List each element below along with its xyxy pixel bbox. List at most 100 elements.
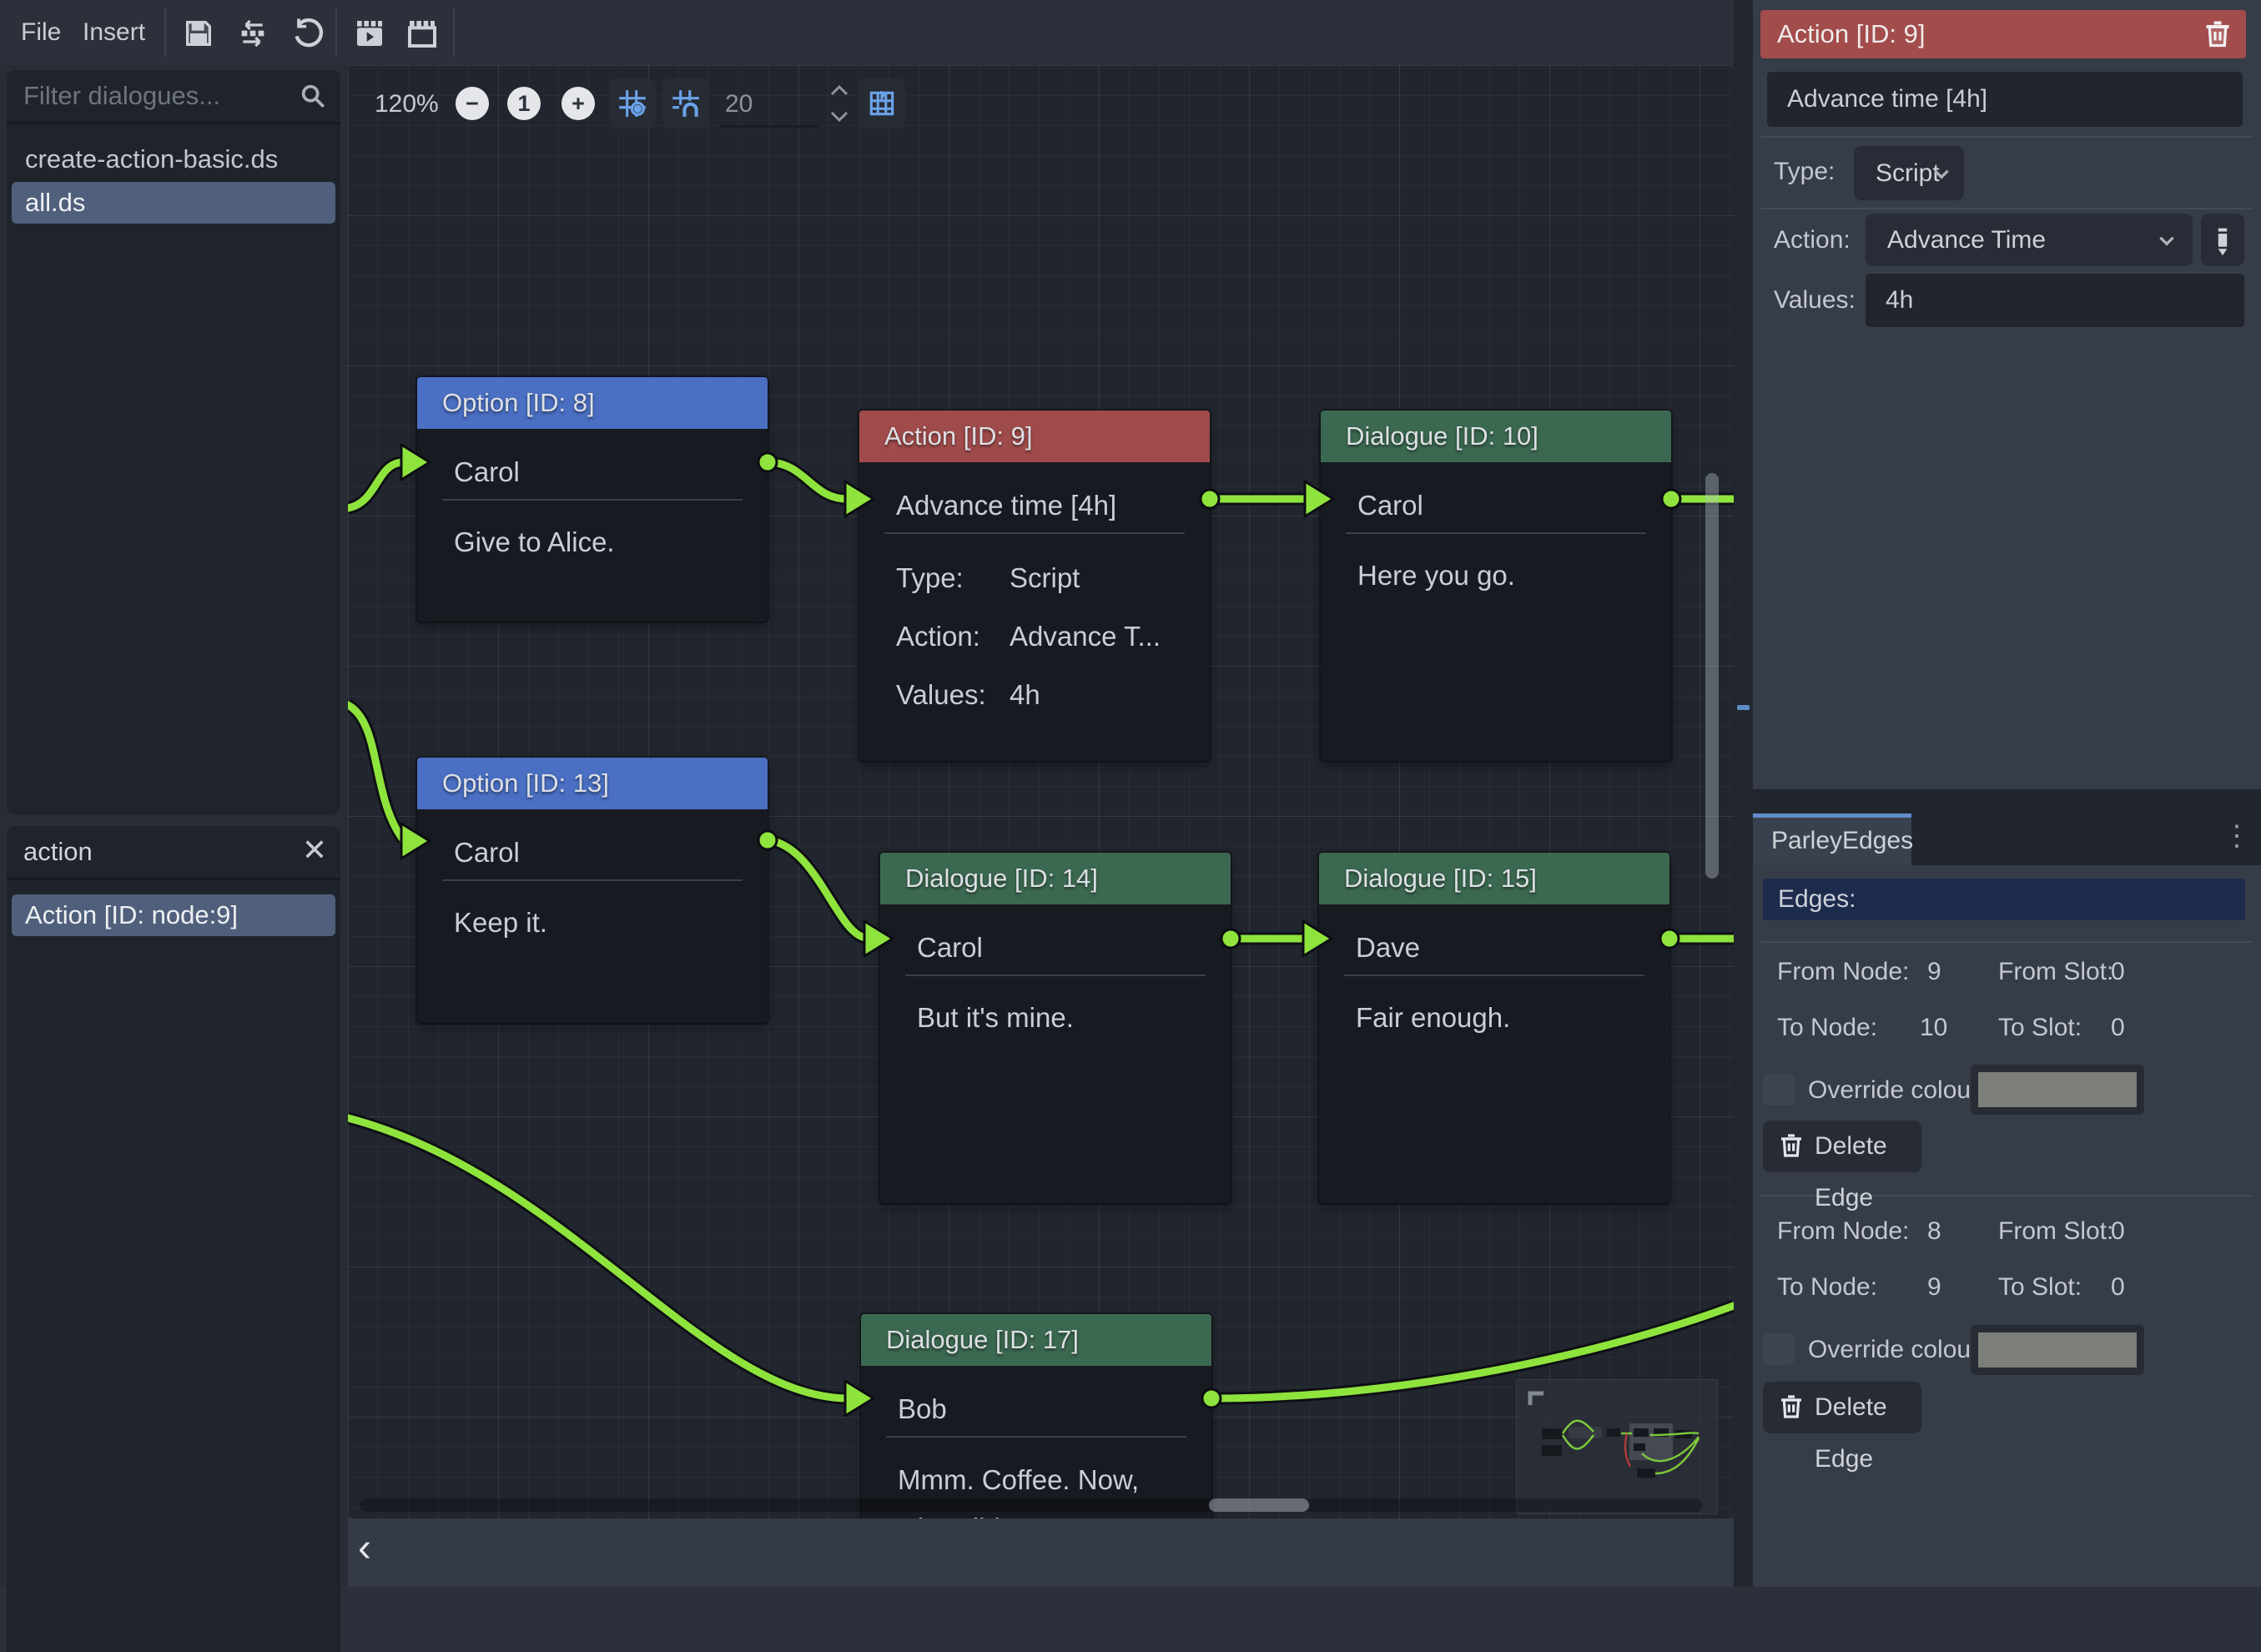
graph-node-dialogue-10[interactable]: Dialogue [ID: 10] Carol Here you go. xyxy=(1321,410,1671,761)
node-title: Dialogue [ID: 10] xyxy=(1346,421,1538,451)
graph-node-dialogue-17[interactable]: Dialogue [ID: 17] Bob Mmm. Coffee. Now, … xyxy=(861,1314,1211,1519)
graph-node-dialogue-15[interactable]: Dialogue [ID: 15] Dave Fair enough. xyxy=(1319,853,1669,1203)
zoom-reset-button[interactable]: 1 xyxy=(507,87,541,120)
values-field[interactable]: 4h xyxy=(1866,274,2244,327)
values-label: Values: xyxy=(1774,286,1856,315)
override-colour-checkbox[interactable] xyxy=(1763,1074,1795,1106)
node-header[interactable]: Action [ID: 9] xyxy=(859,410,1210,462)
graph-node-option-8[interactable]: Option [ID: 8] Carol Give to Alice. xyxy=(417,377,768,622)
edge-to-option-13[interactable] xyxy=(348,705,403,839)
node-header[interactable]: Option [ID: 8] xyxy=(417,377,768,429)
graph-canvas[interactable]: 120% − 1 + 20 Option [ID: 8] Carol Give … xyxy=(348,65,1734,1519)
delete-edge-button[interactable]: Delete Edge xyxy=(1763,1382,1921,1433)
node-header[interactable]: Dialogue [ID: 17] xyxy=(861,1314,1211,1366)
clear-search-icon[interactable]: ✕ xyxy=(302,833,327,868)
node-field-row: Type: Script xyxy=(859,549,1210,607)
pencil-icon xyxy=(2212,226,2233,254)
from-node-label: From Node: xyxy=(1777,958,1909,986)
menu-bar: File Insert xyxy=(0,0,1734,65)
grid-magnet-toggle-icon[interactable] xyxy=(662,78,709,128)
collapse-sidebar-icon[interactable]: ‹ xyxy=(358,1525,371,1571)
menu-separator xyxy=(164,8,166,57)
snap-distance-value[interactable]: 20 xyxy=(725,90,753,118)
edge-13-14[interactable] xyxy=(768,840,866,938)
grid-snap-toggle-icon[interactable] xyxy=(609,78,656,128)
zoom-in-button[interactable]: + xyxy=(561,87,595,120)
spin-up-icon[interactable] xyxy=(828,82,850,100)
minimap[interactable] xyxy=(1516,1379,1718,1514)
dialogue-box-icon[interactable] xyxy=(405,17,439,50)
node-search-row: ✕ xyxy=(7,826,340,880)
panel-separator[interactable] xyxy=(1734,0,1753,1587)
canvas-footer: ‹ xyxy=(348,1519,1734,1587)
reorder-nodes-icon[interactable] xyxy=(236,17,269,50)
colour-picker-button[interactable] xyxy=(1971,1325,2144,1375)
horizontal-scrollbar-thumb[interactable] xyxy=(1209,1498,1309,1512)
node-header[interactable]: Dialogue [ID: 14] xyxy=(880,853,1231,904)
action-name-field[interactable]: Advance time [4h] xyxy=(1767,72,2243,127)
action-dropdown[interactable]: Advance Time xyxy=(1866,214,2193,266)
trash-icon xyxy=(1778,1132,1805,1159)
node-title: Option [ID: 8] xyxy=(442,388,595,417)
panel-menu-icon[interactable]: ⋮ xyxy=(2223,819,2251,853)
to-slot-value: 0 xyxy=(2111,1273,2125,1302)
to-node-label: To Node: xyxy=(1777,1273,1877,1302)
to-node-value: 10 xyxy=(1920,1014,1947,1042)
node-search-panel: ✕ Action [ID: node:9] xyxy=(7,826,340,1652)
edge-to-option-8[interactable] xyxy=(348,462,403,508)
graph-node-action-9[interactable]: Action [ID: 9] Advance time [4h] Type: S… xyxy=(859,410,1210,761)
menu-insert[interactable]: Insert xyxy=(83,0,145,65)
to-slot-label: To Slot: xyxy=(1998,1273,2082,1302)
delete-edge-button[interactable]: Delete Edge xyxy=(1763,1121,1921,1172)
node-header[interactable]: Dialogue [ID: 15] xyxy=(1319,853,1669,904)
menu-file[interactable]: File xyxy=(21,0,61,65)
field-label: Type: xyxy=(896,562,964,593)
colour-swatch xyxy=(1978,1332,2137,1367)
file-item[interactable]: create-action-basic.ds xyxy=(12,139,335,180)
from-slot-value: 0 xyxy=(2111,958,2125,986)
to-slot-value: 0 xyxy=(2111,1014,2125,1042)
graph-node-dialogue-14[interactable]: Dialogue [ID: 14] Carol But it's mine. xyxy=(880,853,1231,1203)
node-header[interactable]: Option [ID: 13] xyxy=(417,758,768,809)
node-header[interactable]: Dialogue [ID: 10] xyxy=(1321,410,1671,462)
node-text: But it's mine. xyxy=(880,976,1231,1041)
filter-dialogues-input[interactable] xyxy=(22,77,292,115)
edit-action-button[interactable] xyxy=(2201,214,2244,266)
node-search-input[interactable] xyxy=(22,833,292,871)
play-dialogue-icon[interactable] xyxy=(353,17,386,50)
edges-header[interactable]: Edges: xyxy=(1763,879,2245,920)
vertical-scrollbar[interactable] xyxy=(1705,473,1719,879)
splitter-handle-icon[interactable] xyxy=(1737,705,1750,710)
edge-8-9[interactable] xyxy=(768,462,847,499)
to-node-value: 9 xyxy=(1927,1273,1941,1302)
spin-down-icon[interactable] xyxy=(828,107,850,125)
node-title: Dialogue [ID: 15] xyxy=(1344,864,1537,893)
edge-to-dialogue-17[interactable] xyxy=(348,1118,847,1398)
zoom-out-button[interactable]: − xyxy=(456,87,489,120)
colour-picker-button[interactable] xyxy=(1971,1065,2144,1115)
node-title: Dialogue [ID: 17] xyxy=(886,1325,1079,1354)
filter-dialogues-row xyxy=(7,70,340,124)
to-node-label: To Node: xyxy=(1777,1014,1877,1042)
undo-icon[interactable] xyxy=(290,17,324,50)
type-dropdown[interactable]: Script xyxy=(1854,146,1964,200)
divider xyxy=(1760,1195,2253,1196)
save-icon[interactable] xyxy=(182,17,215,50)
type-label: Type: xyxy=(1774,158,1835,186)
zoom-level-label: 120% xyxy=(375,90,439,118)
delete-node-icon[interactable] xyxy=(2203,19,2233,49)
field-label: Values: xyxy=(896,679,986,710)
node-text: Keep it. xyxy=(417,881,768,946)
menu-separator xyxy=(335,8,337,57)
override-colour-checkbox[interactable] xyxy=(1763,1333,1795,1365)
menu-separator xyxy=(453,8,455,57)
horizontal-scrollbar-track[interactable] xyxy=(360,1498,1703,1512)
graph-node-option-13[interactable]: Option [ID: 13] Carol Keep it. xyxy=(417,758,768,1023)
from-slot-value: 0 xyxy=(2111,1217,2125,1246)
file-item-selected[interactable]: all.ds xyxy=(12,182,335,224)
inspector-header: Action [ID: 9] xyxy=(1760,10,2246,58)
minimap-toggle-icon[interactable] xyxy=(859,78,905,128)
tab-parleyedges[interactable]: ParleyEdges xyxy=(1753,813,1911,865)
search-result-item[interactable]: Action [ID: node:9] xyxy=(12,894,335,936)
node-text: Fair enough. xyxy=(1319,976,1669,1041)
